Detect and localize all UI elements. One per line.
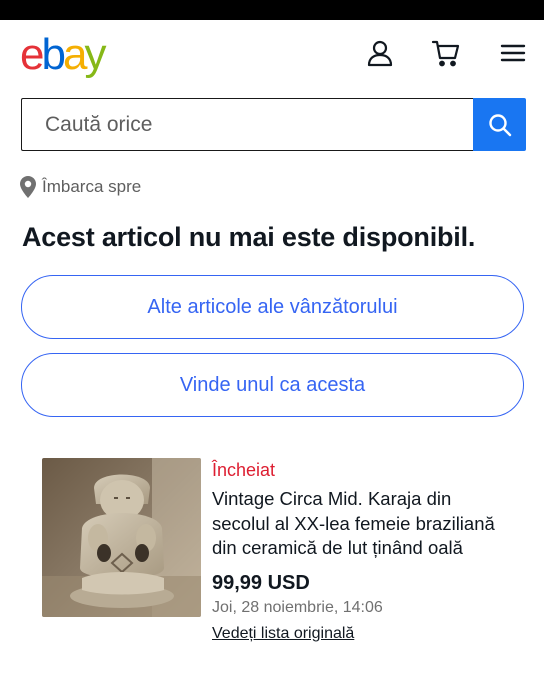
cart-icon[interactable] <box>431 38 461 68</box>
search-bar <box>21 98 526 151</box>
search-input[interactable] <box>21 98 473 151</box>
user-icon[interactable] <box>365 38 395 68</box>
search-icon <box>488 113 511 136</box>
view-original-listing-link[interactable]: Vedeți lista originală <box>212 623 354 645</box>
item-end-date: Joi, 28 noiembrie, 14:06 <box>212 598 383 616</box>
item-image[interactable] <box>42 458 201 617</box>
ebay-logo[interactable]: ebay <box>20 30 106 80</box>
logo-letter-a: a <box>62 30 88 79</box>
page-title: Acest articol nu mai este disponibil. <box>22 222 476 252</box>
ship-to[interactable]: Îmbarca spre <box>20 174 141 200</box>
seller-items-button[interactable]: Alte articole ale vânzătorului <box>21 275 524 339</box>
search-button[interactable] <box>473 98 526 151</box>
logo-letter-e: e <box>20 30 45 79</box>
item-status: Încheiat <box>212 460 276 480</box>
menu-icon[interactable] <box>498 38 528 68</box>
location-pin-icon <box>20 176 36 198</box>
item-info: Încheiat Vintage Circa Mid. Karaja din s… <box>212 458 512 645</box>
logo-letter-y: y <box>84 30 106 79</box>
status-bar <box>0 0 544 20</box>
item-card: Încheiat Vintage Circa Mid. Karaja din s… <box>42 458 522 673</box>
ship-to-label: Îmbarca spre <box>42 177 142 196</box>
item-title[interactable]: Vintage Circa Mid. Karaja din secolul al… <box>212 487 512 561</box>
item-price: 99,99 USD <box>212 571 310 594</box>
sell-similar-button[interactable]: Vinde unul ca acesta <box>21 353 524 417</box>
header: ebay <box>0 20 544 90</box>
logo-letter-b: b <box>41 30 66 79</box>
